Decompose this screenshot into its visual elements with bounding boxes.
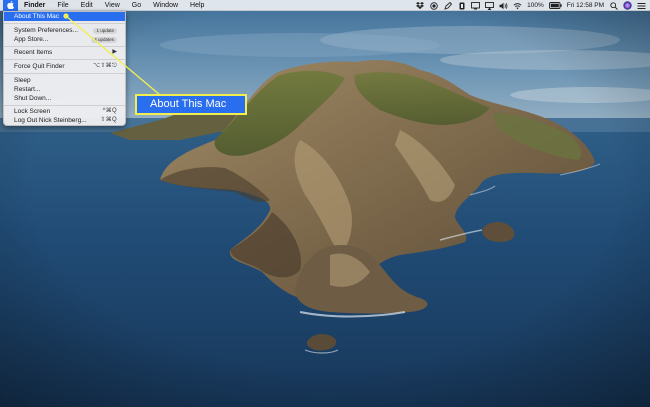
menu-go[interactable]: Go: [126, 0, 147, 11]
wifi-icon[interactable]: [513, 1, 522, 10]
pen-icon[interactable]: [443, 1, 452, 10]
apple-menu-button[interactable]: [3, 0, 18, 11]
dropbox-icon[interactable]: [415, 1, 424, 10]
keyboard-shortcut: ⇧⌘Q: [100, 117, 117, 123]
menu-file[interactable]: File: [51, 0, 74, 11]
menu-item-label: Log Out Nick Steinberg...: [14, 117, 87, 124]
menu-item-label: App Store...: [14, 36, 49, 43]
siri-icon[interactable]: [623, 1, 632, 10]
about-this-mac-callout: About This Mac: [135, 94, 247, 115]
status-menus: 100% Fri 12:58 PM: [415, 0, 646, 11]
search-icon[interactable]: [609, 1, 618, 10]
submenu-arrow-icon: ▶: [112, 49, 117, 55]
menu-help[interactable]: Help: [184, 0, 210, 11]
keyboard-shortcut: ⌥⇧⌘⎋: [93, 63, 117, 69]
menu-window[interactable]: Window: [147, 0, 184, 11]
menu-item-log-out[interactable]: Log Out Nick Steinberg... ⇧⌘Q: [4, 116, 125, 125]
menu-item-recent-items[interactable]: Recent Items ▶: [4, 48, 125, 57]
battery-percentage[interactable]: 100%: [527, 0, 544, 11]
menu-item-force-quit[interactable]: Force Quit Finder ⌥⇧⌘⎋: [4, 62, 125, 71]
menu-separator: [4, 23, 125, 24]
menu-item-label: Lock Screen: [14, 108, 51, 115]
update-badge: 4 updates: [91, 36, 117, 43]
clock[interactable]: Fri 12:58 PM: [567, 0, 604, 11]
menu-separator: [4, 46, 125, 47]
menu-item-label: Force Quit Finder: [14, 63, 65, 70]
volume-icon[interactable]: [499, 1, 508, 10]
menu-separator: [4, 105, 125, 106]
keyboard-shortcut: ^⌘Q: [102, 108, 117, 114]
menu-item-about-this-mac[interactable]: About This Mac: [4, 12, 125, 21]
update-badge: 1 update: [93, 27, 117, 34]
menu-separator: [4, 59, 125, 60]
menu-item-restart[interactable]: Restart...: [4, 85, 125, 94]
menu-item-label: Sleep: [14, 77, 31, 84]
menu-item-label: About This Mac: [14, 13, 60, 20]
menu-item-label: Restart...: [14, 86, 41, 93]
apple-menu-dropdown: About This Mac System Preferences... 1 u…: [3, 11, 126, 126]
airplay-icon[interactable]: [485, 1, 495, 10]
menu-item-system-preferences[interactable]: System Preferences... 1 update: [4, 26, 125, 35]
callout-label: About This Mac: [150, 98, 227, 110]
menu-item-shut-down[interactable]: Shut Down...: [4, 94, 125, 103]
menu-edit[interactable]: Edit: [75, 0, 99, 11]
menu-item-label: System Preferences...: [14, 27, 78, 34]
menu-separator: [4, 73, 125, 74]
menu-item-label: Recent Items: [14, 49, 53, 56]
menu-finder[interactable]: Finder: [18, 0, 51, 11]
menu-bar: Finder File Edit View Go Window Help 100…: [0, 0, 650, 11]
control-center-icon[interactable]: [637, 1, 646, 10]
menu-item-app-store[interactable]: App Store... 4 updates: [4, 35, 125, 44]
menu-item-sleep[interactable]: Sleep: [4, 76, 125, 85]
battery-status-icon[interactable]: [457, 1, 466, 10]
record-icon[interactable]: [429, 1, 438, 10]
battery-icon[interactable]: [548, 1, 562, 10]
menu-item-lock-screen[interactable]: Lock Screen ^⌘Q: [4, 107, 125, 116]
apple-icon: [7, 1, 14, 9]
menu-view[interactable]: View: [99, 0, 126, 11]
display-icon[interactable]: [471, 1, 481, 10]
menu-item-label: Shut Down...: [14, 95, 52, 102]
